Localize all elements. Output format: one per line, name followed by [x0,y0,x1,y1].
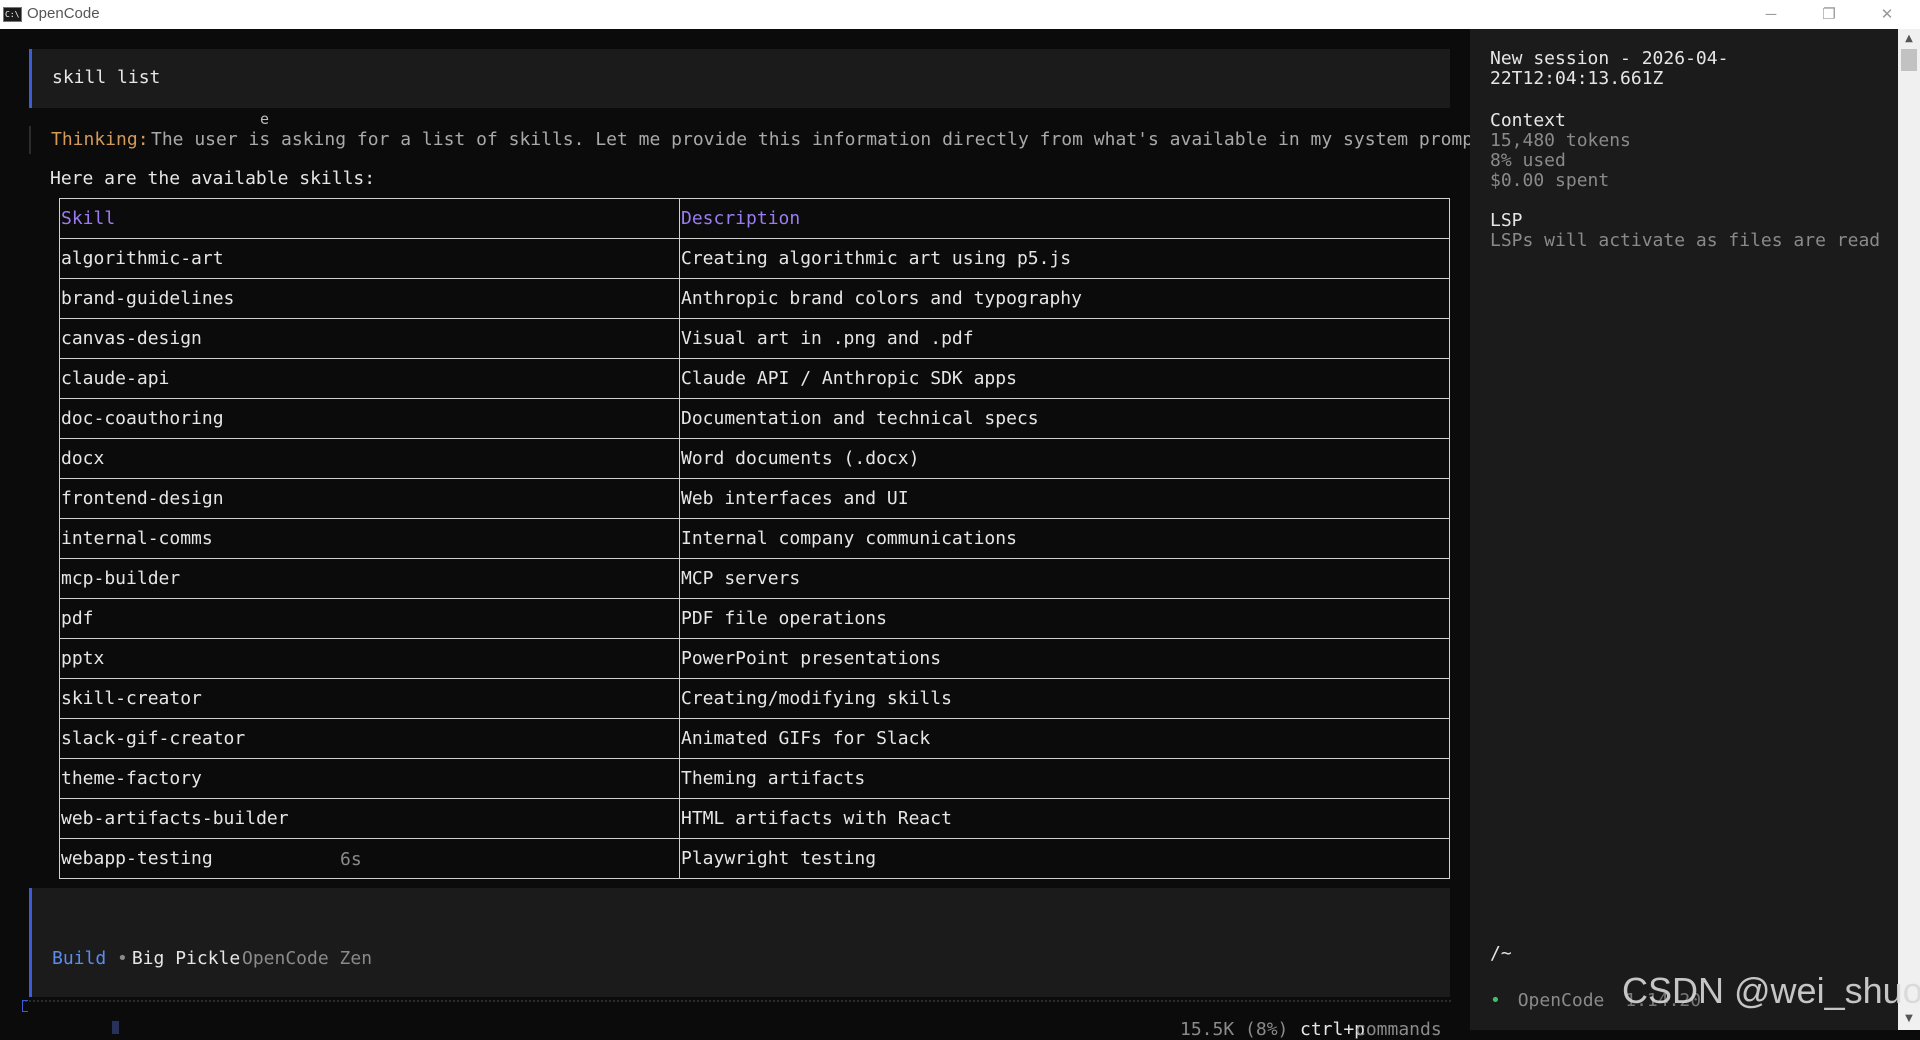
table-row: pptx PowerPoint presentations [59,638,1450,679]
thinking-block: Thinking: The user is asking for a list … [29,126,1495,154]
response-intro: Here are the available skills: [50,168,376,189]
terminal-app-icon: C:\ [3,7,22,22]
skill-name-cell: algorithmic-art [59,238,680,279]
context-used: 8% used [1490,150,1566,171]
vertical-scrollbar[interactable]: ▲ ▼ [1898,29,1920,1030]
skill-name-cell: canvas-design [59,318,680,359]
app-name: OpenCode [1517,990,1605,1011]
table-row: theme-factory Theming artifacts [59,758,1450,799]
window-title: OpenCode [27,5,100,22]
skill-description-cell: Creating algorithmic art using p5.js [679,238,1450,279]
text-cursor [112,1021,119,1034]
column-header-skill: Skill [59,198,680,239]
table-row: slack-gif-creator Animated GIFs for Slack [59,718,1450,759]
skill-description-cell: Claude API / Anthropic SDK apps [679,358,1450,399]
table-header-row: Skill Description [59,198,1450,239]
provider-name: OpenCode Zen [242,948,373,969]
table-row: brand-guidelines Anthropic brand colors a… [59,278,1450,319]
window-title-bar: C:\ OpenCode ─ ❐ ✕ [0,0,1920,29]
prompt-bracket-marker [22,1000,28,1012]
session-title: New session - 2026-04-22T12:04:13.661Z [1490,48,1729,89]
table-row: canvas-design Visual art in .png and .pdf [59,318,1450,359]
skill-description-cell: Internal company communications [679,518,1450,559]
skill-name-cell: frontend-design [59,478,680,519]
close-button[interactable]: ✕ [1858,0,1916,29]
skills-table: Skill Description algorithmic-art Creatin… [59,198,1450,879]
skill-description-cell: Web interfaces and UI [679,478,1450,519]
lsp-heading: LSP [1490,210,1523,231]
scroll-up-arrow-icon[interactable]: ▲ [1898,31,1920,47]
skill-description-cell: HTML artifacts with React [679,798,1450,839]
table-row: algorithmic-art Creating algorithmic art … [59,238,1450,279]
skill-name-cell: docx [59,438,680,479]
thinking-text: The user is asking for a list of skills.… [151,129,1495,150]
skill-description-cell: Creating/modifying skills [679,678,1450,719]
skill-name-cell: webapp-testing [59,838,680,879]
table-row: web-artifacts-builder HTML artifacts with… [59,798,1450,839]
table-row: mcp-builder MCP servers [59,558,1450,599]
table-row: pdf PDF file operations [59,598,1450,639]
working-directory: /~ [1490,943,1512,964]
scroll-down-arrow-icon[interactable]: ▼ [1898,1011,1920,1027]
scrollbar-thumb[interactable] [1901,49,1917,71]
skill-description-cell: Documentation and technical specs [679,398,1450,439]
conversation-pane: skill list e Thinking: The user is askin… [0,29,1495,1040]
skill-description-cell: Word documents (.docx) [679,438,1450,479]
skill-description-cell: Playwright testing [679,838,1450,879]
skills-table-container: Skill Description algorithmic-art Creatin… [59,198,1451,899]
column-header-description: Description [679,198,1450,239]
context-heading: Context [1490,110,1566,131]
skill-name-cell: theme-factory [59,758,680,799]
skill-name-cell: doc-coauthoring [59,398,680,439]
skill-description-cell: MCP servers [679,558,1450,599]
model-name: Big Pickle [131,948,241,969]
skill-description-cell: PowerPoint presentations [679,638,1450,679]
table-row: claude-api Claude API / Anthropic SDK app… [59,358,1450,399]
context-tokens: 15,480 tokens [1490,130,1631,151]
table-row: webapp-testing Playwright testing [59,838,1450,879]
skill-description-cell: Anthropic brand colors and typography [679,278,1450,319]
response-duration: 6s [340,849,362,870]
lsp-status: LSPs will activate as files are read [1490,230,1881,251]
maximize-button[interactable]: ❐ [1800,0,1858,29]
skill-name-cell: pdf [59,598,680,639]
skill-description-cell: Animated GIFs for Slack [679,718,1450,759]
csdn-watermark: CSDN @wei_shuo [1622,970,1920,1011]
model-dot-icon: • [117,948,128,969]
skill-name-cell: skill-creator [59,678,680,719]
skill-name-cell: internal-comms [59,518,680,559]
table-row: internal-comms Internal company communica… [59,518,1450,559]
model-selector[interactable]: • Big Pickle [117,948,240,969]
skill-name-cell: slack-gif-creator [59,718,680,759]
user-message-text: skill list [52,67,161,88]
status-dot-icon: • [1490,990,1501,1011]
session-sidebar: New session - 2026-04-22T12:04:13.661Z C… [1470,29,1898,1030]
skill-name-cell: mcp-builder [59,558,680,599]
skill-name-cell: brand-guidelines [59,278,680,319]
table-row: doc-coauthoring Documentation and technic… [59,398,1450,439]
skill-description-cell: PDF file operations [679,598,1450,639]
skill-name-cell: claude-api [59,358,680,399]
skill-description-cell: Visual art in .png and .pdf [679,318,1450,359]
skill-name-cell: pptx [59,638,680,679]
table-row: docx Word documents (.docx) [59,438,1450,479]
minimize-button[interactable]: ─ [1742,0,1800,29]
table-row: skill-creator Creating/modifying skills [59,678,1450,719]
skill-name-cell: web-artifacts-builder [59,798,680,839]
progress-divider [22,1000,1451,1010]
thinking-label: Thinking: [51,129,149,150]
table-row: frontend-design Web interfaces and UI [59,478,1450,519]
prompt-input-box[interactable]: Build • Big Pickle OpenCode Zen [29,888,1450,997]
agent-mode-label[interactable]: Build [52,948,106,969]
context-spent: $0.00 spent [1490,170,1610,191]
skill-description-cell: Theming artifacts [679,758,1450,799]
user-message: skill list [29,49,1450,108]
